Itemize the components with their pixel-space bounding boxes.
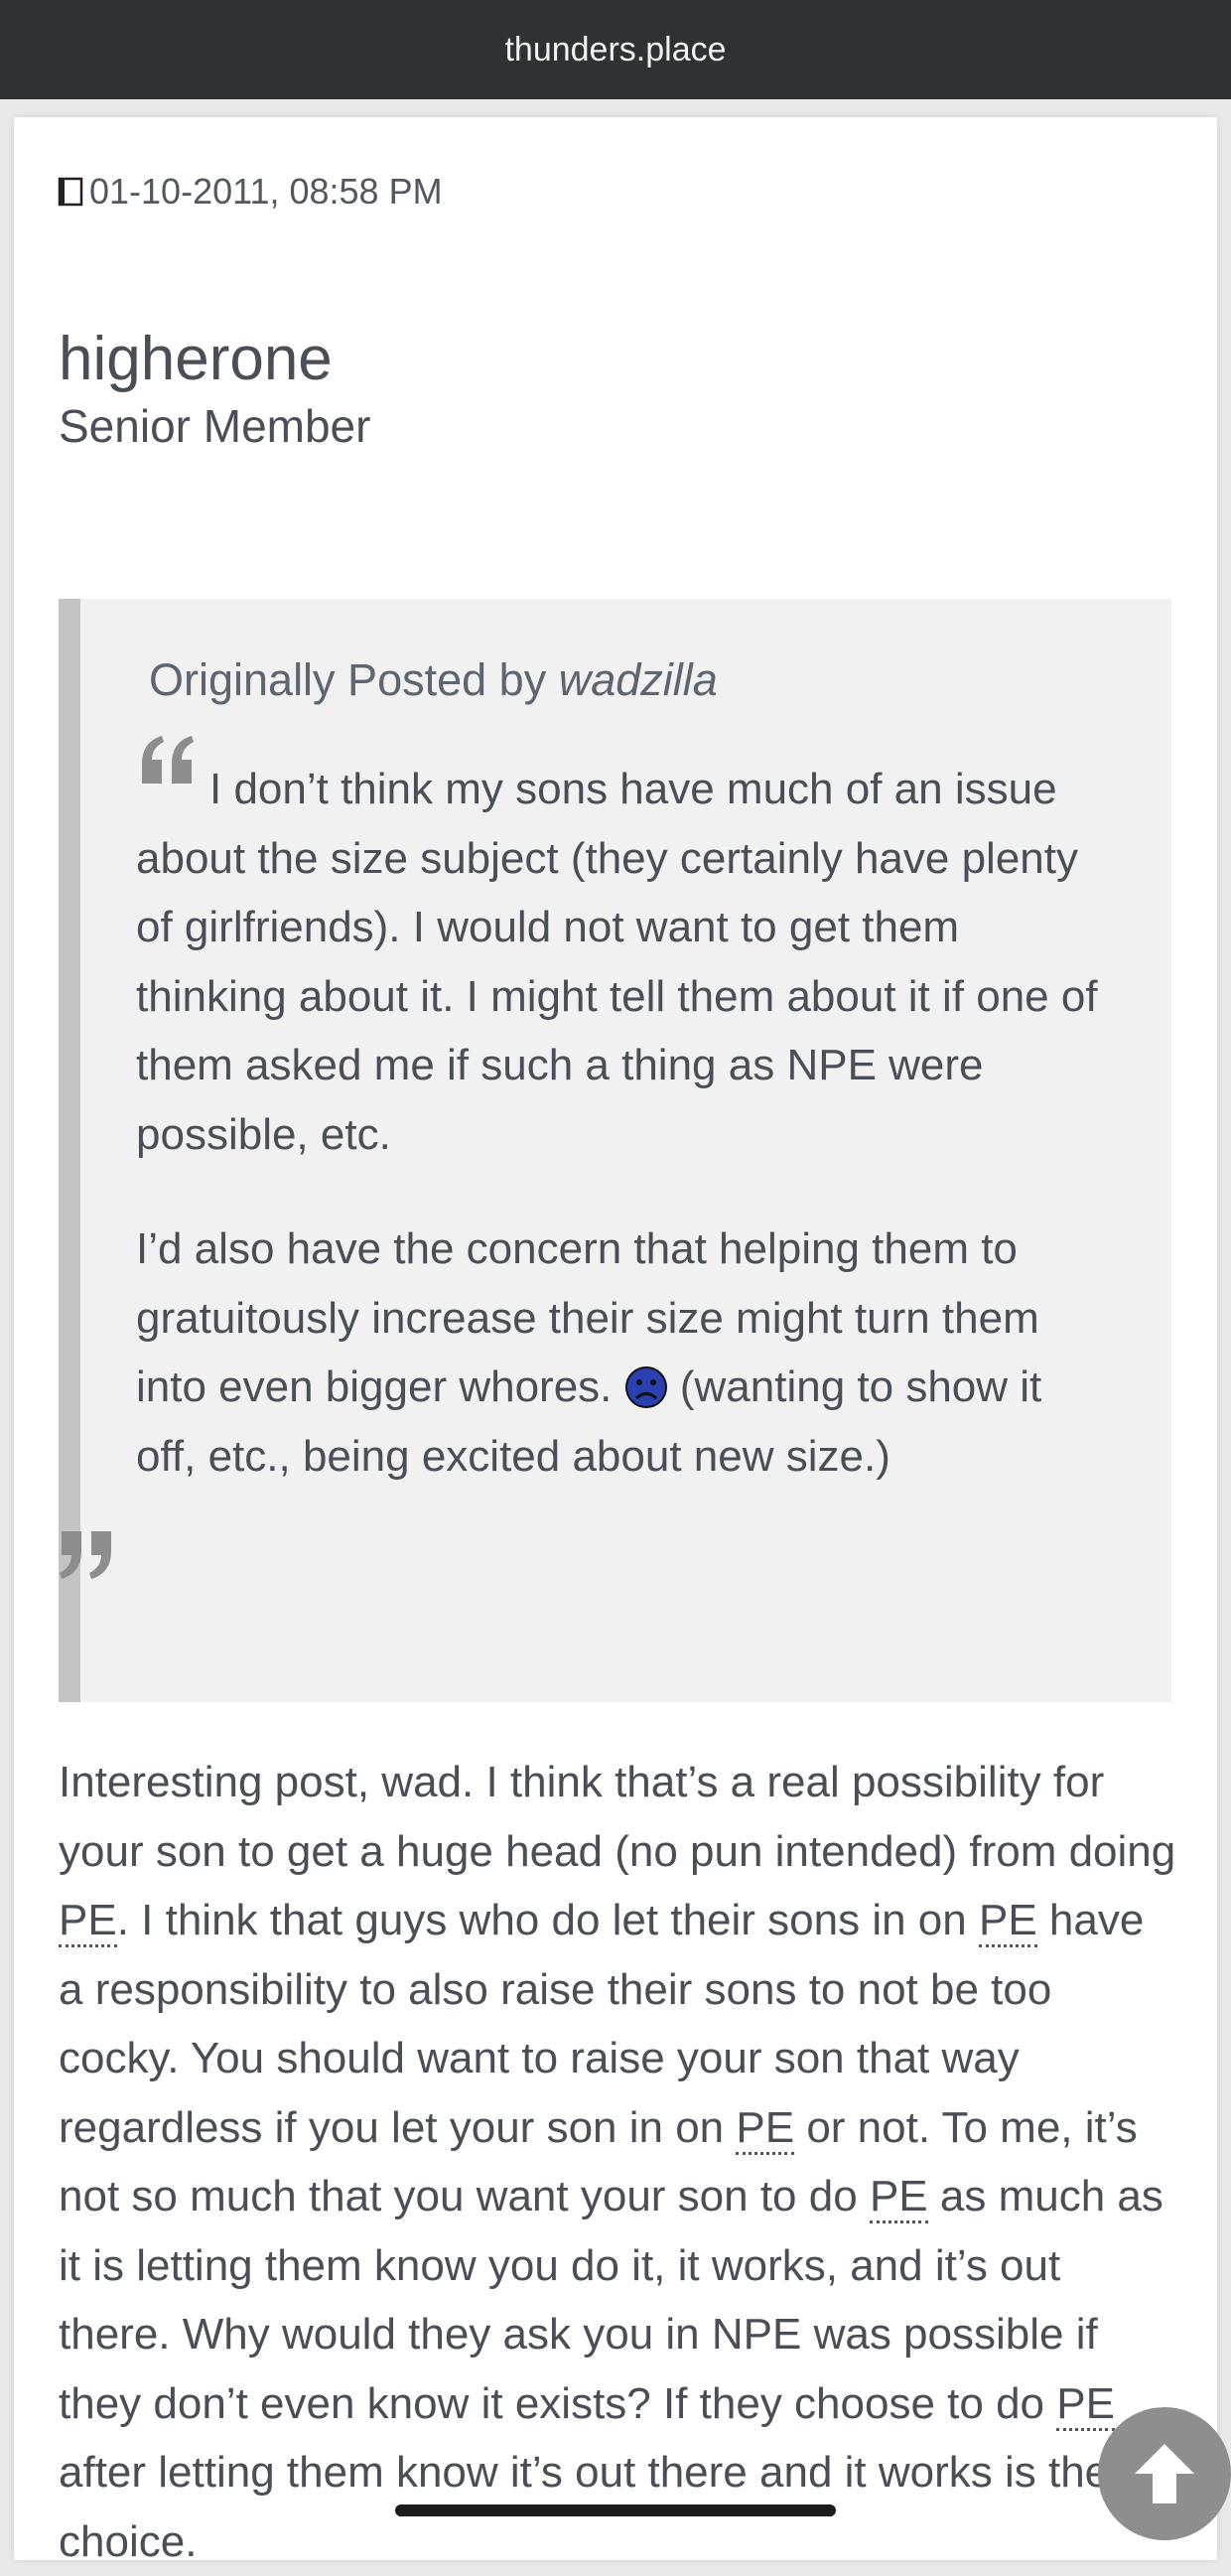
user-title: Senior Member: [59, 400, 371, 452]
pe-abbreviation[interactable]: PE: [1056, 2378, 1115, 2431]
browser-url-bar[interactable]: thunders.place: [0, 0, 1231, 99]
quote-paragraph: I’d also have the concern that helping t…: [136, 1215, 1109, 1491]
pe-abbreviation[interactable]: PE: [978, 1896, 1037, 1947]
quote-prefix: Originally Posted by: [149, 654, 547, 705]
body-text-part: . I think that guys who do let their son…: [116, 1896, 967, 1944]
quote-author: wadzilla: [558, 654, 718, 705]
frown-smiley-icon: [624, 1366, 667, 1408]
post-date: 01-10-2011, 08:58 PM: [58, 171, 443, 213]
pe-abbreviation[interactable]: PE: [869, 2172, 928, 2223]
quote-header: Originally Posted by wadzilla: [149, 654, 718, 706]
body-text-part: Interesting post, wad. I think that’s a …: [59, 1758, 1176, 1876]
home-indicator: [395, 2504, 836, 2516]
url-text: thunders.place: [504, 30, 727, 69]
scroll-to-top-button[interactable]: [1098, 2407, 1231, 2540]
quote-paragraph: I don’t think my sons have much of an is…: [136, 755, 1109, 1169]
arrow-up-icon: [1135, 2444, 1194, 2504]
quote-text: I don’t think my sons have much of an is…: [136, 755, 1109, 1491]
close-quote-icon: [60, 1531, 111, 1579]
post-body: Interesting post, wad. I think that’s a …: [59, 1748, 1180, 2576]
pe-abbreviation[interactable]: PE: [59, 1896, 117, 1947]
document-icon: [58, 177, 83, 207]
pe-abbreviation[interactable]: PE: [736, 2102, 795, 2155]
quote-paragraph-1: I don’t think my sons have much of an is…: [136, 765, 1098, 1159]
post-date-text: 01-10-2011, 08:58 PM: [89, 171, 443, 212]
post-username[interactable]: higherone: [59, 324, 333, 394]
